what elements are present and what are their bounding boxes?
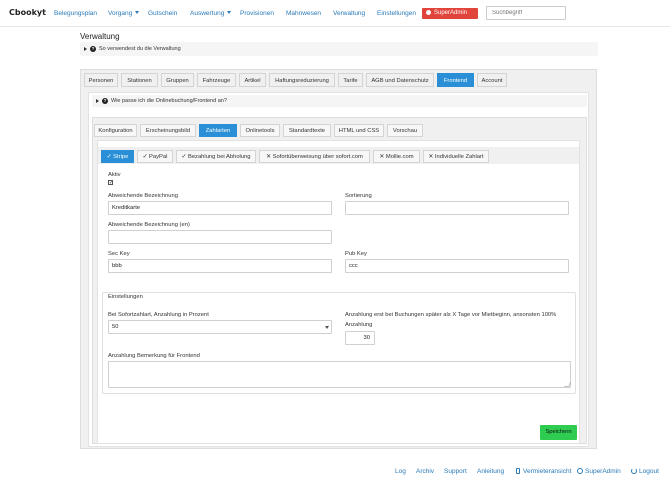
nav-belegungsplan[interactable]: Belegungsplan xyxy=(54,10,97,17)
abw-bezeichnung-en-label: Abweichende Bezeichnung (en) xyxy=(108,222,190,228)
nav-auswertung-label: Auswertung xyxy=(190,10,225,17)
anzahlung-prozent-value: 50 xyxy=(112,324,119,330)
paytab-label: Bezahlung bei Abholung xyxy=(187,154,251,160)
superadmin-button[interactable]: SuperAdmin xyxy=(422,8,478,19)
footer-anleitung-link[interactable]: Anleitung xyxy=(477,468,504,475)
caret-right-icon xyxy=(96,99,99,103)
tab-erscheinungsbild[interactable]: Erscheinungsbild xyxy=(140,124,196,137)
bemerkung-label: Anzahlung Bemerkung für Frontend xyxy=(108,353,200,359)
check-icon: ✓ xyxy=(106,154,112,160)
footer-vermieteransicht-link[interactable]: Vermieteransicht xyxy=(516,468,571,475)
sec-key-field[interactable]: bbb xyxy=(108,259,332,273)
tab-personen[interactable]: Personen xyxy=(84,73,118,87)
pub-key-field[interactable]: ccc xyxy=(345,259,569,273)
mobile-icon xyxy=(516,468,520,474)
nav-einstellungen[interactable]: Einstellungen xyxy=(377,10,416,17)
nav-vorgang-label: Vorgang xyxy=(108,10,133,17)
paytab-label: Sofortüberweisung über sofort.com xyxy=(272,154,363,160)
chevron-down-icon xyxy=(135,11,140,14)
tab-fahrzeuge[interactable]: Fahrzeuge xyxy=(197,73,236,87)
chevron-down-icon xyxy=(325,326,329,329)
nav-gutschein[interactable]: Gutschein xyxy=(148,10,177,17)
footer-log-link[interactable]: Log xyxy=(395,468,406,475)
aktiv-checkbox[interactable]: ✓ xyxy=(108,180,113,186)
cross-icon: ✕ xyxy=(428,154,434,160)
info-icon: ? xyxy=(90,46,96,52)
tab-haftungsreduzierung[interactable]: Haftungsreduzierung xyxy=(269,73,335,87)
tab-onlinetools[interactable]: Onlinetools xyxy=(240,124,280,137)
paytab-label: Stripe xyxy=(113,154,129,160)
footer-superadmin-link[interactable]: SuperAdmin xyxy=(577,468,621,475)
footer-superadmin-label: SuperAdmin xyxy=(585,468,621,475)
top-navigation: Cbookyt Belegungsplan Vorgang Gutschein … xyxy=(0,0,670,27)
paytab-individuell[interactable]: ✕ Individuelle Zahlart xyxy=(423,150,489,163)
anzahlung-tage-field[interactable]: 30 xyxy=(345,331,375,345)
abw-bezeichnung-en-field[interactable] xyxy=(108,230,332,244)
page-title: Verwaltung xyxy=(80,32,120,41)
logout-label: Logout xyxy=(639,468,659,475)
sortierung-label: Sortierung xyxy=(345,193,372,199)
tab-account[interactable]: Account xyxy=(477,73,507,87)
paytab-label: Individuelle Zahlart xyxy=(434,154,484,160)
tab-agb-datenschutz[interactable]: AGB und Datenschutz xyxy=(366,73,434,87)
paytab-mollie[interactable]: ✕ Mollie.com xyxy=(373,150,420,163)
paytab-label: PayPal xyxy=(149,154,168,160)
tab-konfiguration[interactable]: Konfiguration xyxy=(94,124,137,137)
tab-stationen[interactable]: Stationen xyxy=(121,73,158,87)
paytab-sofort[interactable]: ✕ Sofortüberweisung über sofort.com xyxy=(259,150,370,163)
tab-frontend[interactable]: Frontend xyxy=(437,73,474,87)
anzahlung-prozent-select[interactable]: 50 xyxy=(108,320,332,334)
abw-bezeichnung-field[interactable]: Kreditkarte xyxy=(108,201,332,215)
frontend-info-bar[interactable]: ? Wie passe ich die Onlinebuchung/Fronte… xyxy=(92,95,587,107)
info-toggle-text: So verwendest du die Verwaltung xyxy=(99,46,181,52)
info-toggle-bar[interactable]: ? So verwendest du die Verwaltung xyxy=(80,42,598,56)
tab-vorschau[interactable]: Vorschau xyxy=(387,124,423,137)
paytab-abholung[interactable]: ✓ Bezahlung bei Abholung xyxy=(176,150,256,163)
nav-verwaltung[interactable]: Verwaltung xyxy=(333,10,365,17)
frontend-info-text: Wie passe ich die Onlinebuchung/Frontend… xyxy=(111,98,227,104)
footer-archiv-link[interactable]: Archiv xyxy=(416,468,434,475)
footer-logout-link[interactable]: Logout xyxy=(631,468,659,475)
check-icon: ✓ xyxy=(181,154,187,160)
tab-artikel[interactable]: Artikel xyxy=(239,73,266,87)
sortierung-field[interactable] xyxy=(345,201,569,215)
paytab-stripe[interactable]: ✓ Stripe xyxy=(101,150,134,163)
paytab-paypal[interactable]: ✓ PayPal xyxy=(137,150,173,163)
tab-gruppen[interactable]: Gruppen xyxy=(161,73,194,87)
paytab-label: Mollie.com xyxy=(385,154,414,160)
check-icon: ✓ xyxy=(142,154,148,160)
anzahlung-prozent-label: Bei Sofortzahlart, Anzahlung in Prozent xyxy=(108,312,209,318)
abw-bezeichnung-label: Abweichende Bezeichnung xyxy=(108,193,178,199)
nav-mahnwesen[interactable]: Mahnwesen xyxy=(286,10,321,17)
tab-zahlarten[interactable]: Zahlarten xyxy=(199,124,237,137)
cross-icon: ✕ xyxy=(266,154,271,160)
superadmin-label: SuperAdmin xyxy=(434,10,468,16)
anzahlung-tage-label: Anzahlung erst bei Buchungen später als … xyxy=(345,312,557,318)
einstellungen-legend: Einstellungen xyxy=(106,294,145,300)
vermieteransicht-label: Vermieteransicht xyxy=(523,468,572,475)
chevron-down-icon xyxy=(227,11,232,14)
nav-provisionen[interactable]: Provisionen xyxy=(240,10,274,17)
info-icon: ? xyxy=(102,98,108,104)
user-icon xyxy=(426,9,431,15)
save-button[interactable]: Speichern xyxy=(540,425,577,440)
app-logo[interactable]: Cbookyt xyxy=(9,8,46,17)
bemerkung-textarea[interactable] xyxy=(108,361,571,388)
footer-support-link[interactable]: Support xyxy=(444,468,467,475)
aktiv-label: Aktiv xyxy=(108,172,121,178)
tab-standardtexte[interactable]: Standardtexte xyxy=(283,124,331,137)
sec-key-label: Sec Key xyxy=(108,251,130,257)
tab-html-css[interactable]: HTML und CSS xyxy=(334,124,384,137)
search-input[interactable] xyxy=(486,6,566,20)
tab-tarife[interactable]: Tarife xyxy=(338,73,363,87)
nav-auswertung[interactable]: Auswertung xyxy=(190,10,232,17)
power-icon xyxy=(631,468,637,474)
anzahlung-label: Anzahlung xyxy=(345,322,373,328)
nav-vorgang[interactable]: Vorgang xyxy=(108,10,140,17)
caret-right-icon xyxy=(84,47,87,51)
pub-key-label: Pub Key xyxy=(345,251,367,257)
user-icon xyxy=(577,468,583,474)
cross-icon: ✕ xyxy=(379,154,385,160)
